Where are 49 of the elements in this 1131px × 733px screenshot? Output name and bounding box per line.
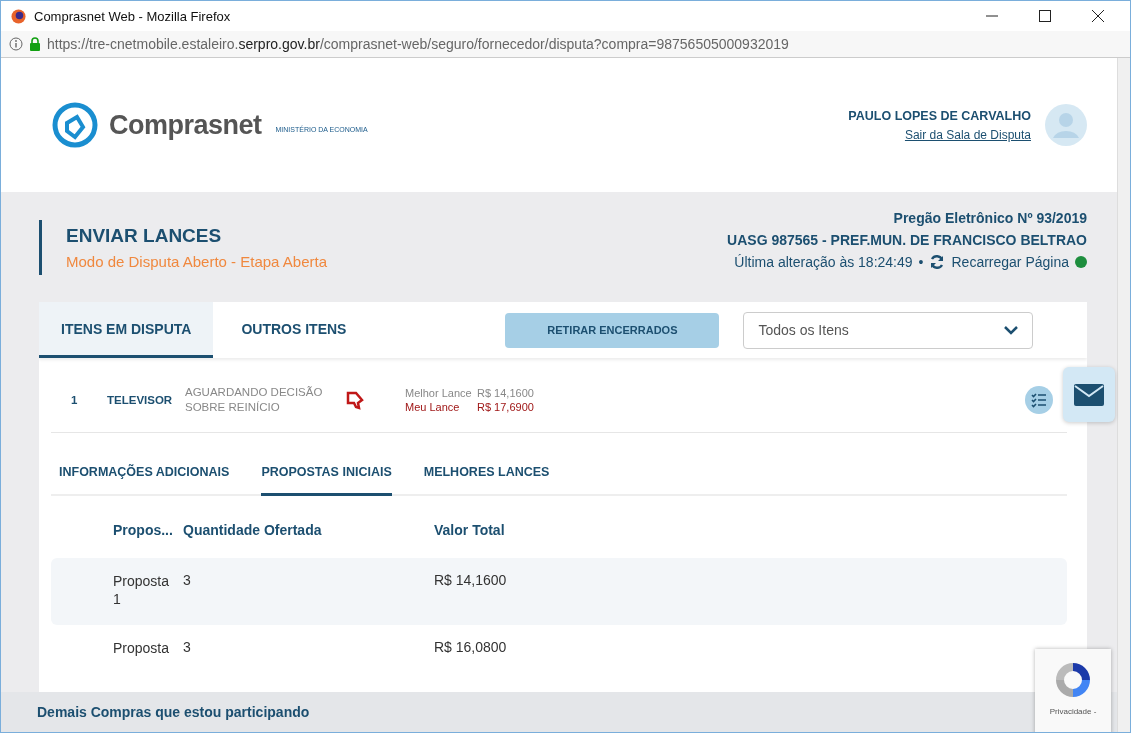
- close-icon: [1091, 10, 1104, 22]
- best-bid-value: R$ 14,1600: [477, 387, 535, 399]
- avatar-icon: [1045, 104, 1087, 146]
- table-cell-text: 3: [183, 572, 192, 590]
- uasg-label: UASG 987565 - PREF.MUN. DE FRANCISCO BELTRAO: [727, 232, 1087, 248]
- column-header: Valor Total: [434, 522, 506, 538]
- subtab[interactable]: INFORMAÇÕES ADICIONAIS: [59, 453, 230, 496]
- item-number: 1: [71, 394, 79, 406]
- reload-link[interactable]: Recarregar Página: [929, 254, 1069, 270]
- item-status: AGUARDANDO DECISÃO SOBRE REINÍCIO: [185, 385, 324, 415]
- logout-link[interactable]: Sair da Sala de Disputa: [904, 127, 1031, 142]
- chevron-down-icon: [1004, 325, 1019, 335]
- table-cell-text: R$ 14,1600: [434, 572, 508, 590]
- remove-closed-button[interactable]: RETIRAR ENCERRADOS: [505, 312, 720, 348]
- tab[interactable]: OUTROS ITENS: [213, 302, 474, 358]
- auction-number: Pregão Eletrônico Nº 93/2019: [893, 210, 1087, 226]
- tab[interactable]: ITENS EM DISPUTA: [39, 302, 214, 358]
- table-cell-text: Proposta: [112, 639, 171, 658]
- other-purchases-link[interactable]: Demais Compras que estou participando: [37, 704, 310, 720]
- lock-icon: [29, 37, 41, 51]
- window-title: Comprasnet Web - Mozilla Firefox: [34, 8, 232, 24]
- subtab[interactable]: PROPOSTAS INICIAIS: [261, 453, 392, 496]
- page-subtitle: Modo de Disputa Aberto - Etapa Aberta: [66, 253, 327, 270]
- my-bid-value: R$ 17,6900: [477, 401, 535, 413]
- user-name: PAULO LOPES DE CARVALHO: [848, 108, 1031, 123]
- scrollbar[interactable]: [1117, 58, 1130, 732]
- column-header: Propos...: [112, 522, 174, 538]
- column-header: Quantidade Ofertada: [183, 522, 323, 538]
- last-update-text: Última alteração às 18:24:49: [734, 254, 913, 270]
- mail-button[interactable]: [1063, 367, 1115, 422]
- logo-text: Comprasnet: [109, 109, 262, 141]
- table-cell-text: Proposta 1: [112, 572, 171, 610]
- best-bid-label: Melhor Lance: [405, 387, 473, 399]
- refresh-icon: [929, 254, 946, 270]
- logo-icon: [51, 101, 99, 149]
- privacy-link[interactable]: Privacidade -: [1049, 707, 1097, 716]
- checklist-icon[interactable]: [1025, 386, 1053, 414]
- table-cell-text: R$ 16,0800: [434, 639, 508, 657]
- filter-dropdown[interactable]: Todos os Itens: [743, 311, 1034, 349]
- item-name: TELEVISOR: [107, 394, 174, 406]
- my-bid-label: Meu Lance: [405, 401, 461, 413]
- browser-icon: [11, 8, 26, 24]
- maximize-icon: [1038, 10, 1051, 22]
- table-cell-text: 3: [183, 639, 192, 657]
- envelope-icon: [1074, 383, 1104, 406]
- subtab[interactable]: MELHORES LANCES: [423, 453, 550, 496]
- separator-dot: •: [918, 254, 924, 270]
- info-icon[interactable]: [9, 37, 23, 51]
- page-title: ENVIAR LANCES: [66, 225, 223, 247]
